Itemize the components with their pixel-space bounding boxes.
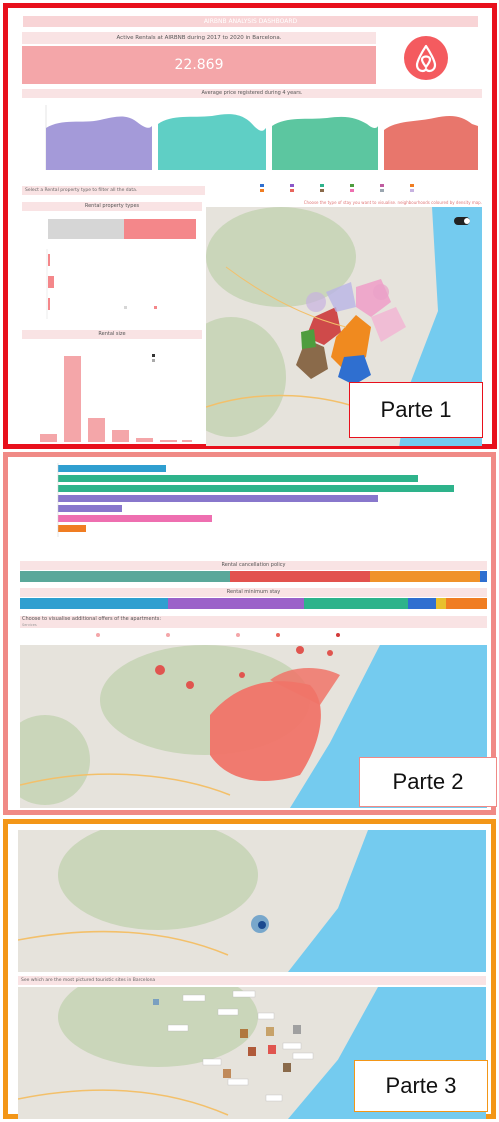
offers-legend[interactable]: [20, 629, 487, 641]
rental-size-bar: [112, 430, 129, 442]
min-stay-bar[interactable]: [20, 598, 487, 609]
rental-type-bar-grey: [48, 219, 124, 239]
avg-price-chart-2020: [384, 116, 478, 170]
kpi-label: Active Rentals at AIRBNB during 2017 to …: [22, 32, 376, 44]
rental-size-bar: [40, 434, 57, 442]
rental-size-bar: [136, 438, 153, 442]
filter-hint: Select a Rental property type to filter …: [22, 186, 205, 195]
avg-price-title: Average price registered during 4 years.: [22, 89, 482, 98]
rental-features-bar-chart: [57, 463, 454, 537]
part-1-panel: AIRBNB ANALYSIS DASHBOARD Active Rentals…: [3, 3, 497, 449]
rental-size-bar: [160, 440, 177, 442]
offers-hint: Choose to visualise additional offers of…: [20, 616, 487, 628]
rental-type-bar-pink: [124, 219, 196, 239]
avg-price-chart-2017: [45, 105, 152, 170]
part-3-label: Parte 3: [354, 1060, 488, 1112]
map-hint: Choose the type of stay you want to visu…: [206, 198, 482, 207]
rental-size-bar: [88, 418, 105, 442]
rental-size-chart: [40, 354, 192, 442]
toggle-knob: [464, 218, 470, 224]
neighbourhood-legend: [260, 184, 414, 192]
kpi-value: 22.869: [22, 46, 376, 84]
airbnb-logo: [404, 36, 448, 80]
avg-price-chart-2018: [158, 114, 266, 170]
rental-types-title: Rental property types: [22, 202, 202, 211]
rental-size-title: Rental size: [22, 330, 202, 339]
avg-price-chart-2019: [272, 116, 378, 170]
dashboard-title: AIRBNB ANALYSIS DASHBOARD: [23, 16, 478, 27]
offers-hint-text: Choose to visualise additional offers of…: [22, 616, 162, 622]
part-3-panel: See which are the most pictured touristi…: [3, 819, 496, 1119]
rental-size-bar: [182, 440, 192, 442]
offers-sub: Services: [22, 623, 37, 627]
part-2-label: Parte 2: [359, 757, 497, 807]
min-stay-title: Rental minimum stay: [20, 588, 487, 597]
barcelona-heat-map[interactable]: [18, 830, 486, 972]
rental-types-chart[interactable]: [22, 214, 202, 324]
cancellation-policy-bar[interactable]: [20, 571, 487, 582]
sights-hint: See which are the most pictured touristi…: [18, 976, 486, 985]
heat-spots: [18, 915, 269, 956]
cancellation-title: Rental cancellation policy: [20, 561, 487, 570]
airbnb-belo-icon: [415, 44, 437, 73]
part-1-label: Parte 1: [349, 382, 483, 438]
avg-price-area-charts: [45, 105, 478, 170]
rental-size-bar: [64, 356, 81, 442]
part-2-panel: Rental cancellation policy Rental minimu…: [3, 452, 497, 815]
